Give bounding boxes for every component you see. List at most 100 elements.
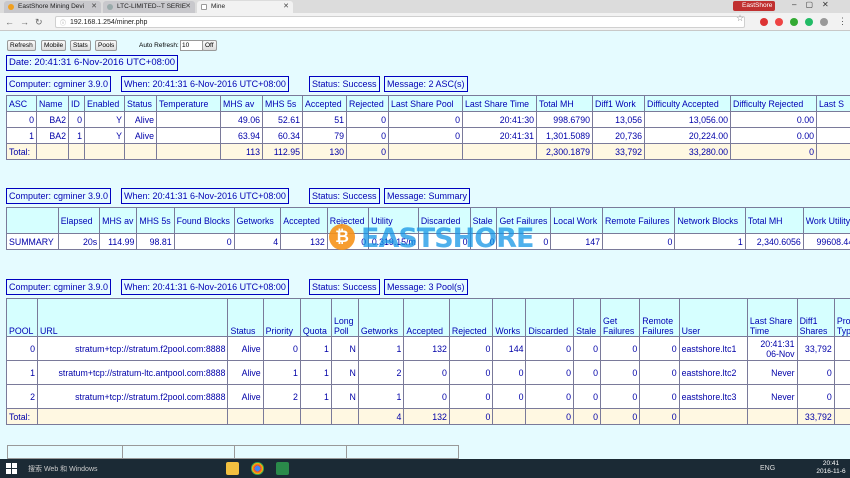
mobile-button[interactable]: Mobile [41, 40, 67, 51]
pool-cell [299, 408, 332, 425]
asc-cell: 130 [302, 143, 347, 160]
taskbar-clock[interactable]: 20:41 2016-11-6 [814, 460, 848, 476]
summary-header-rejected: Rejected [326, 207, 370, 234]
close-tab-icon[interactable]: ✕ [283, 1, 289, 13]
asc-header-asc: ASC [6, 95, 37, 112]
asc-header-name: Name [36, 95, 69, 112]
pool-cell: Never [746, 360, 798, 385]
asc-cell: 52.61 [262, 111, 303, 128]
page-favicon-icon [107, 4, 113, 10]
pool-header-pool: POOL [5, 298, 39, 337]
asc-when: When: 20:41:31 6-Nov-2016 UTC+08:00 [121, 76, 289, 92]
extension-icon[interactable] [760, 18, 768, 26]
pool-cell: 2 [262, 384, 301, 409]
asc-header-difficulty-rejected: Difficulty Rejected [730, 95, 817, 112]
pool-cell: 33,792 [796, 408, 835, 425]
summary-header-stale: Stale [469, 207, 498, 234]
close-tab-icon[interactable]: ✕ [185, 1, 191, 13]
pool-cell: N [330, 360, 359, 385]
pool-header-get-failures: Get Failures [599, 298, 641, 337]
windows-start-icon[interactable] [6, 463, 17, 474]
asc-header-rejected: Rejected [346, 95, 389, 112]
asc-cell: 20,224.00 [644, 127, 731, 144]
pool-cell: 0 [492, 384, 527, 409]
pools-button[interactable]: Pools [95, 40, 118, 51]
asc-cell [156, 127, 221, 144]
pool-cell [262, 408, 301, 425]
pool-cell: eastshore.ltc2 [678, 360, 748, 385]
asc-header-last-share-time: Last Share Time [462, 95, 537, 112]
extension-icon[interactable] [790, 18, 798, 26]
back-arrow-icon[interactable]: ← [5, 17, 14, 27]
asc-cell [388, 143, 463, 160]
profile-badge[interactable]: EastShore [733, 1, 775, 11]
pool-cell: 0 [448, 360, 494, 385]
asc-cell: 0 [730, 143, 817, 160]
bookmark-star-icon[interactable]: ☆ [736, 13, 744, 24]
summary-computer: Computer: cgminer 3.9.0 [6, 188, 112, 204]
summary-status: Status: Success [309, 188, 380, 204]
bitcoin-favicon-icon [8, 4, 14, 10]
pool-cell: 0 [403, 360, 450, 385]
extension-icon[interactable] [805, 18, 813, 26]
file-explorer-icon[interactable] [226, 462, 239, 475]
system-tray-lang[interactable]: ENG [760, 465, 775, 472]
extension-icon[interactable] [820, 18, 828, 26]
browser-menu-icon[interactable]: ⋮ [838, 16, 847, 27]
asc-computer: Computer: cgminer 3.9.0 [6, 76, 112, 92]
auto-refresh-input[interactable]: 10 [180, 40, 203, 51]
asc-header-difficulty-accepted: Difficulty Accepted [644, 95, 731, 112]
pool-cell [37, 408, 229, 425]
pool-cell [833, 384, 850, 409]
pools-message: Message: 3 Pool(s) [384, 279, 468, 295]
asc-cell: 2,300.1879 [536, 143, 593, 160]
tab-eastshore-mining[interactable]: EastShore Mining Devi ✕ [4, 1, 101, 13]
address-bar[interactable]: ⓘ 192.168.1.254/miner.php [55, 16, 745, 28]
pool-cell: 0 [573, 384, 601, 409]
asc-cell [156, 111, 221, 128]
summary-cell: 4 [233, 233, 282, 250]
summary-header-utility: Utility [368, 207, 419, 234]
chrome-icon[interactable] [251, 462, 264, 475]
pool-cell: 33,792 [796, 336, 835, 361]
summary-cell: 0 [417, 233, 471, 250]
close-tab-icon[interactable]: ✕ [91, 1, 97, 13]
asc-message: Message: 2 ASC(s) [384, 76, 468, 92]
pool-cell: 1 [299, 336, 332, 361]
app-icon[interactable] [276, 462, 289, 475]
pool-cell: 0 [599, 360, 641, 385]
pool-cell: 0 [599, 384, 641, 409]
extension-icon[interactable] [775, 18, 783, 26]
stats-button[interactable]: Stats [70, 40, 91, 51]
asc-cell [462, 143, 537, 160]
asc-cell: 0 [388, 111, 463, 128]
pool-cell: Alive [227, 360, 264, 385]
pool-header-accepted: Accepted [403, 298, 450, 337]
pool-cell: 0 [796, 384, 835, 409]
asc-row: 1 BA2 1 Y Alive 63.94 60.34 79 0 0 20:41:31 1,301.5… [6, 127, 850, 144]
tab-ltc-limited[interactable]: LTC-LIMITED--T SERIE ✕ [103, 1, 195, 13]
asc-header-accepted: Accepted [302, 95, 347, 112]
asc-status: Status: Success [309, 76, 380, 92]
asc-cell: BA2 [36, 111, 69, 128]
refresh-button[interactable]: Refresh [7, 40, 36, 51]
pool-cell [330, 408, 359, 425]
summary-cell: SUMMARY [6, 233, 59, 250]
summary-cell: 0 [496, 233, 552, 250]
pool-row: 0 stratum+tcp://stratum.f2pool.com:8888 Al… [5, 336, 850, 361]
asc-cell: 63.94 [220, 127, 263, 144]
asc-cell: Alive [124, 111, 157, 128]
pool-cell: 20:41:31 06-Nov [746, 336, 798, 361]
pool-header-url: URL [37, 298, 229, 337]
asc-cell [124, 143, 157, 160]
pool-cell: 2 [5, 384, 39, 409]
reload-icon[interactable]: ↻ [35, 17, 43, 28]
taskbar-search[interactable]: 搜索 Web 和 Windows [28, 464, 98, 474]
tab-mine[interactable]: Mine ✕ [197, 1, 293, 13]
pool-cell: 0 [525, 384, 575, 409]
forward-arrow-icon[interactable]: → [20, 17, 29, 27]
window-controls[interactable]: –▢✕ [792, 0, 838, 9]
auto-refresh-off-button[interactable]: Off [202, 40, 217, 51]
summary-cell: 99608.44/m [802, 233, 850, 250]
asc-cell [84, 143, 125, 160]
